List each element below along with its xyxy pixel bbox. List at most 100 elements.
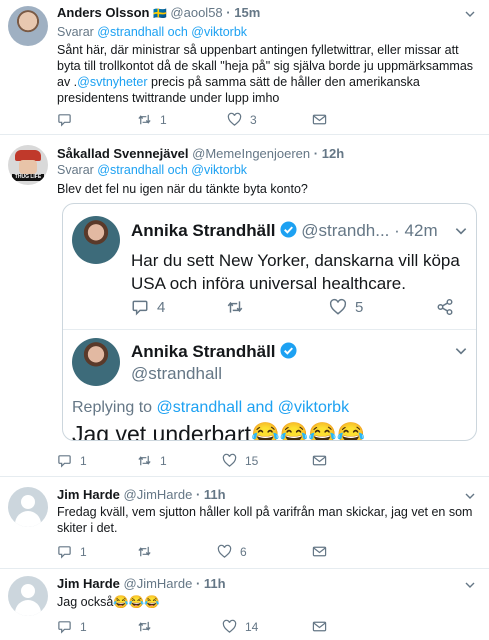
replying-prefix: Svarar [57,25,98,39]
tweet-text-part: precis på samma sätt de håller den ameri… [147,75,420,89]
heart-icon [222,619,237,633]
retweet-button[interactable]: 1 [137,112,167,127]
like-count: 3 [250,112,257,127]
quoted-avatar[interactable] [72,338,120,386]
envelope-icon [312,621,327,632]
flag-sweden-icon: 🇸🇪 [153,8,167,20]
replying-to: Svarar @strandhall och @viktorbk [57,163,247,177]
heart-icon [222,453,237,467]
avatar[interactable] [8,576,48,616]
dm-button[interactable] [312,112,335,127]
author-handle[interactable]: @JimHarde [124,487,193,502]
like-count: 6 [240,544,247,559]
heart-icon [329,298,347,315]
avatar-face [19,160,37,174]
quoted-tweet-time[interactable]: 42m [405,221,438,240]
dm-button[interactable] [312,619,335,634]
embedded-tweet-thread[interactable]: Annika Strandhäll @strandh... · 42m Har … [62,203,477,441]
retweet-icon [227,301,243,313]
tweet-text: Sånt här, där ministrar så uppenbart ant… [57,42,482,106]
tweet-text-line: presidentens twittrande under lupp imho [57,91,280,105]
author-handle[interactable]: @MemeIngenjoeren [192,146,310,161]
tweet-header: Jim Harde @JimHarde · 11h [57,576,226,591]
tweet-header: Anders Olsson 🇸🇪 @aool58 · 15m [57,5,260,20]
replying-users-link[interactable]: @strandhall och @viktorbk [97,25,247,39]
tweet-time[interactable]: 11h [204,576,226,591]
share-icon [437,298,453,316]
tweet-text-line: av .@svtnyheter precis på samma sätt de … [57,74,482,90]
tweet-time[interactable]: 11h [204,487,226,502]
dm-button[interactable] [312,453,335,468]
quoted-avatar[interactable] [72,216,120,264]
author-handle[interactable]: @JimHarde [124,576,193,591]
author-name[interactable]: Anders Olsson [57,5,149,20]
quoted-author-name[interactable]: Annika Strandhäll [131,342,276,361]
replying-users-link[interactable]: @strandhall and @viktorbk [157,399,350,416]
chevron-down-icon[interactable] [454,344,468,358]
tweet-header: Jim Harde @JimHarde · 11h [57,487,226,502]
avatar[interactable] [8,487,48,527]
tweet-text-line: Fredag kväll, vem sjutton håller koll på… [57,505,473,519]
reply-button[interactable]: 1 [57,544,87,559]
share-button[interactable] [436,298,462,316]
chevron-down-icon[interactable] [454,224,468,238]
heart-icon [217,544,232,558]
tweet-actions: 1 14 [57,619,477,637]
chevron-down-icon[interactable] [464,8,476,20]
retweet-icon [138,621,151,632]
tweet-anders-olsson[interactable]: Anders Olsson 🇸🇪 @aool58 · 15m Svarar @s… [0,0,489,129]
quoted-author-name[interactable]: Annika Strandhäll [131,221,276,240]
author-name[interactable]: Jim Harde [57,576,120,591]
tweet-time[interactable]: 12h [322,146,344,161]
tweet-text: Jag också😂😂😂 [57,595,160,609]
like-button[interactable]: 5 [329,298,363,316]
tweet-jim-harde[interactable]: Jim Harde @JimHarde · 11h Fredag kväll, … [0,477,489,567]
like-button[interactable]: 3 [227,112,257,127]
quoted-tweet-actions: 4 5 [131,298,471,318]
retweet-button[interactable]: 1 [137,453,167,468]
reply-button[interactable]: 4 [131,298,165,316]
verified-badge-icon [280,221,297,238]
quoted-author-handle[interactable]: @strandhall [131,364,222,384]
tweet-jim-harde-2[interactable]: Jim Harde @JimHarde · 11h Jag också😂😂😂 1… [0,569,489,640]
retweet-count: 1 [160,453,167,468]
chevron-down-icon[interactable] [464,490,476,502]
like-count: 14 [245,619,259,634]
quoted-text-line: Har du sett New Yorker, danskarna vill k… [131,251,460,270]
avatar[interactable]: THUG LIFE [8,145,48,185]
verified-badge-icon [280,342,297,359]
reply-button[interactable]: 1 [57,619,87,634]
envelope-icon [312,455,327,466]
retweet-button[interactable] [137,544,160,559]
default-avatar-body [15,511,41,527]
chevron-down-icon[interactable] [464,579,476,591]
avatar[interactable] [8,6,48,46]
retweet-count: 1 [160,112,167,127]
tweet-time[interactable]: 15m [234,5,260,20]
reply-button[interactable]: 1 [57,453,87,468]
separator-dot: · [226,5,231,20]
replying-to: Svarar @strandhall och @viktorbk [57,25,247,39]
author-handle[interactable]: @aool58 [170,5,222,20]
like-button[interactable]: 14 [222,619,258,634]
dm-button[interactable] [312,544,335,559]
author-name[interactable]: Såkallad Svennejävel [57,146,189,161]
tweet-text-line: skiter i det. [57,521,118,535]
reply-button[interactable] [57,112,80,127]
retweet-button[interactable] [226,298,252,316]
mention-link[interactable]: @svtnyheter [77,75,147,89]
retweet-button[interactable] [137,619,160,634]
envelope-icon [312,546,327,557]
author-name[interactable]: Jim Harde [57,487,120,502]
reply-count: 4 [157,298,166,316]
replying-users-link[interactable]: @strandhall och @viktorbk [97,163,247,177]
retweet-icon [138,455,151,466]
avatar-label: THUG LIFE [12,174,44,181]
quoted-author-handle[interactable]: @strandh... [301,221,389,240]
separator-dot: · [195,576,201,591]
like-button[interactable]: 15 [222,453,258,468]
quoted-tweet-text: Har du sett New Yorker, danskarna vill k… [131,249,471,295]
like-button[interactable]: 6 [217,544,247,559]
reply-icon [58,621,71,634]
tweet-text: Fredag kväll, vem sjutton håller koll på… [57,504,482,536]
